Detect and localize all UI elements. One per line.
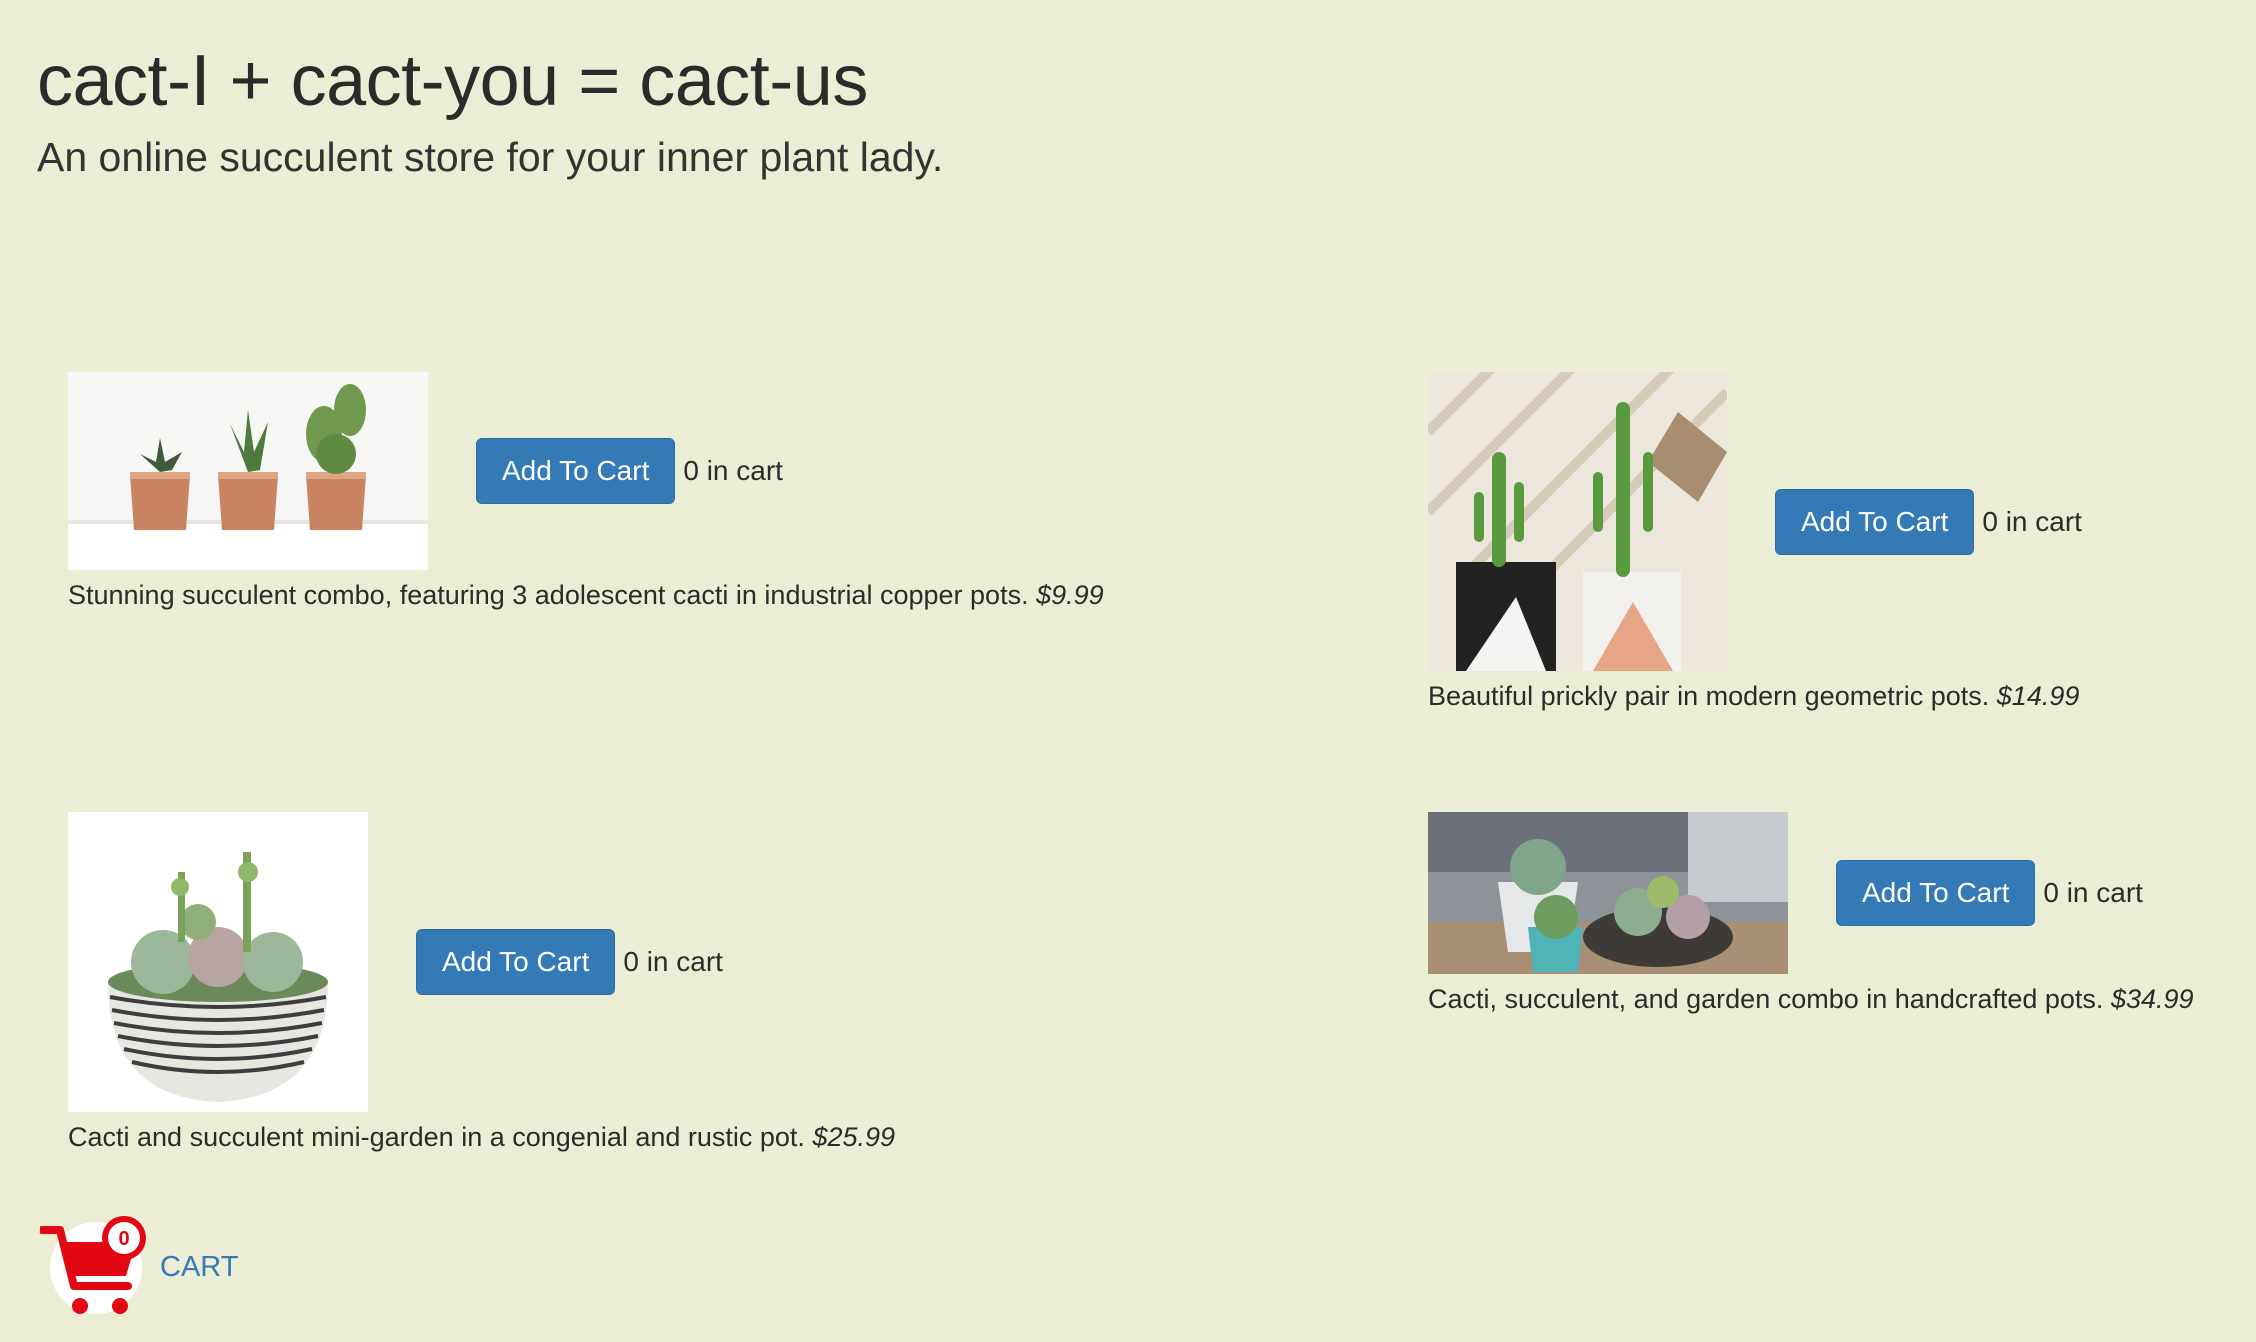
- description-text: Stunning succulent combo, featuring 3 ad…: [68, 580, 1029, 610]
- description-text: Cacti and succulent mini-garden in a con…: [68, 1122, 805, 1152]
- product-card-garden-combo: Add To Cart 0 in cart Cacti, succulent, …: [1428, 812, 2194, 1015]
- cart-link[interactable]: CART: [160, 1251, 238, 1284]
- product-description: Beautiful prickly pair in modern geometr…: [1428, 681, 2082, 712]
- in-cart-count: 0 in cart: [623, 946, 723, 977]
- add-to-cart-button[interactable]: Add To Cart: [1836, 860, 2036, 926]
- product-description: Stunning succulent combo, featuring 3 ad…: [68, 580, 1104, 611]
- site-title: cact-I + cact-you = cact-us: [37, 41, 868, 121]
- product-card-mini-garden: Add To Cart 0 in cart Cacti and succulen…: [68, 812, 895, 1153]
- product-description: Cacti and succulent mini-garden in a con…: [68, 1122, 895, 1153]
- description-text: Beautiful prickly pair in modern geometr…: [1428, 681, 1990, 711]
- in-cart-count: 0 in cart: [2043, 877, 2143, 908]
- add-to-cart-button[interactable]: Add To Cart: [416, 929, 616, 995]
- in-cart-count: 0 in cart: [1982, 505, 2082, 537]
- cart-widget[interactable]: 0 CART: [40, 1210, 238, 1318]
- product-description: Cacti, succulent, and garden combo in ha…: [1428, 984, 2194, 1015]
- site-header: cact-I + cact-you = cact-us An online su…: [37, 38, 943, 181]
- succulent-table-image: [1428, 812, 1788, 974]
- description-text: Cacti, succulent, and garden combo in ha…: [1428, 984, 2104, 1014]
- cart-count: 0: [118, 1228, 129, 1250]
- cacti-geometric-pots-image: [1428, 372, 1727, 671]
- product-image: [68, 372, 428, 570]
- succulent-bowl-image: [68, 812, 368, 1112]
- product-price: $14.99: [1996, 681, 2080, 711]
- product-price: $25.99: [812, 1122, 896, 1152]
- in-cart-count: 0 in cart: [683, 455, 783, 486]
- product-price: $34.99: [2110, 984, 2194, 1014]
- add-to-cart-button[interactable]: Add To Cart: [476, 438, 676, 504]
- site-tagline: An online succulent store for your inner…: [37, 134, 944, 181]
- cacti-copper-pots-image: [68, 372, 428, 570]
- product-image: [1428, 812, 1788, 974]
- product-card-copper-trio: Add To Cart 0 in cart Stunning succulent…: [68, 372, 1104, 611]
- shopping-cart-icon[interactable]: 0: [40, 1210, 156, 1318]
- product-card-prickly-pair: Add To Cart 0 in cart Beautiful prickly …: [1428, 372, 2082, 712]
- product-image: [68, 812, 368, 1112]
- add-to-cart-button[interactable]: Add To Cart: [1775, 488, 1975, 555]
- product-price: $9.99: [1036, 580, 1104, 610]
- product-image: [1428, 372, 1727, 671]
